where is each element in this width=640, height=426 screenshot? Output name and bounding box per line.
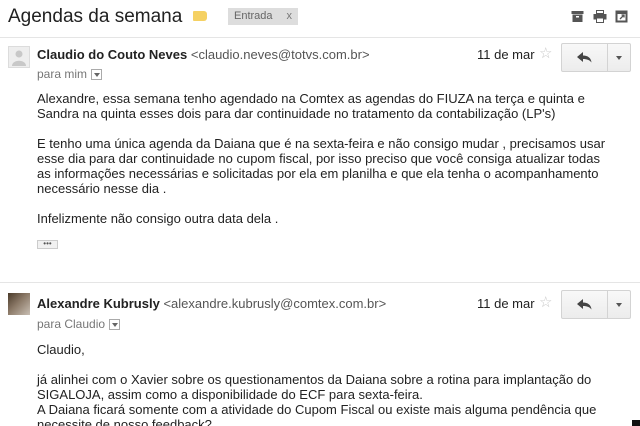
message-date: 11 de mar: [477, 296, 535, 311]
paragraph: já alinhei com o Xavier sobre os questio…: [37, 372, 592, 402]
sender[interactable]: Claudio do Couto Neves <claudio.neves@to…: [37, 47, 370, 62]
label-chip[interactable]: Entrada x: [228, 8, 299, 25]
reply-button[interactable]: [562, 291, 608, 318]
message-divider: [0, 282, 640, 283]
new-window-icon[interactable]: [615, 10, 628, 23]
message-2: Alexandre Kubrusly <alexandre.kubrusly@c…: [0, 285, 640, 426]
sender[interactable]: Alexandre Kubrusly <alexandre.kubrusly@c…: [37, 296, 386, 311]
message-1: Claudio do Couto Neves <claudio.neves@to…: [0, 38, 640, 278]
recipient-line: para mim: [37, 67, 103, 81]
sender-name: Claudio do Couto Neves: [37, 47, 188, 62]
label-remove-button[interactable]: x: [287, 10, 293, 22]
sender-name: Alexandre Kubrusly: [37, 296, 160, 311]
show-details-icon[interactable]: [91, 68, 103, 80]
paragraph: A Daiana ficará somente com a atividade …: [37, 402, 597, 426]
thread-title: Agendas da semana: [8, 6, 183, 27]
thread-actions: [571, 10, 628, 23]
label-chip-text: Entrada: [234, 10, 273, 22]
archive-icon[interactable]: [571, 10, 584, 23]
reply-icon: [577, 52, 592, 63]
more-options-button[interactable]: [608, 291, 630, 318]
print-icon[interactable]: [593, 10, 607, 23]
more-options-button[interactable]: [608, 44, 630, 71]
sender-email: <alexandre.kubrusly@comtex.com.br>: [163, 296, 387, 311]
reply-button[interactable]: [562, 44, 608, 71]
message-body: Claudio, já alinhei com o Xavier sobre o…: [37, 342, 617, 426]
greeting: Claudio,: [37, 342, 85, 357]
paragraph: Alexandre, essa semana tenho agendado na…: [37, 91, 585, 121]
chevron-down-icon: [616, 55, 622, 60]
message-date: 11 de mar: [477, 47, 535, 62]
thread-header: Agendas da semana Entrada x: [0, 0, 640, 36]
sender-email: <claudio.neves@totvs.com.br>: [190, 47, 370, 62]
reply-icon: [577, 299, 592, 310]
avatar: [8, 46, 30, 68]
reply-button-group: [561, 43, 631, 72]
recipient-text: para mim: [37, 67, 88, 81]
star-icon[interactable]: ☆: [539, 46, 552, 61]
chevron-down-icon: [616, 302, 622, 307]
recipient-text: para Claudio: [37, 317, 106, 331]
show-trimmed-content-button[interactable]: •••: [37, 240, 58, 249]
corner-mark: [632, 420, 640, 426]
avatar: [8, 293, 30, 315]
recipient-line: para Claudio: [37, 317, 121, 331]
message-body: Alexandre, essa semana tenho agendado na…: [37, 91, 617, 226]
label-tag-icon[interactable]: [193, 11, 207, 21]
reply-button-group: [561, 290, 631, 319]
show-details-icon[interactable]: [109, 318, 121, 330]
paragraph: Infelizmente não consigo outra data dela…: [37, 211, 279, 226]
paragraph: E tenho uma única agenda da Daiana que é…: [37, 136, 606, 196]
star-icon[interactable]: ☆: [539, 295, 552, 310]
